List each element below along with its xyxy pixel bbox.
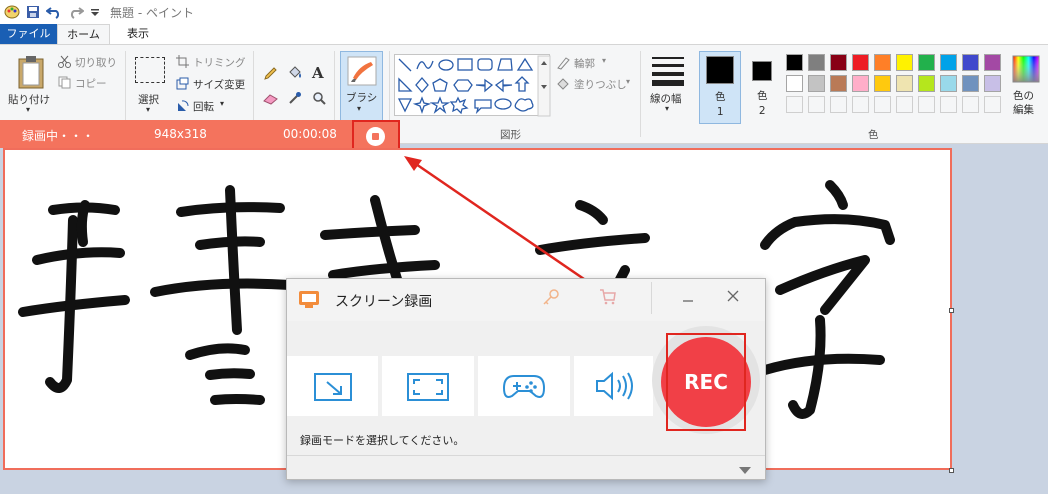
region-select-icon xyxy=(314,373,352,401)
speaker-icon xyxy=(596,371,633,401)
chevron-down-icon[interactable] xyxy=(738,466,752,475)
dialog-header: スクリーン録画 xyxy=(287,279,765,321)
dialog-title: スクリーン録画 xyxy=(335,294,433,310)
audio-mode-button[interactable] xyxy=(574,356,653,416)
minimize-icon[interactable] xyxy=(681,293,695,307)
key-icon[interactable] xyxy=(542,288,560,306)
game-mode-button[interactable] xyxy=(478,356,570,416)
cart-icon[interactable] xyxy=(599,288,617,306)
close-icon[interactable] xyxy=(726,289,740,303)
recorder-app-icon xyxy=(299,291,319,308)
fullscreen-mode-button[interactable] xyxy=(382,356,474,416)
rec-button-highlight xyxy=(666,333,746,431)
mode-hint: 録画モードを選択してください。 xyxy=(300,434,465,447)
gamepad-icon xyxy=(502,375,546,398)
header-divider xyxy=(651,282,652,314)
region-mode-button[interactable] xyxy=(287,356,378,416)
fullscreen-icon xyxy=(407,373,449,401)
dialog-footer-divider xyxy=(287,455,765,456)
